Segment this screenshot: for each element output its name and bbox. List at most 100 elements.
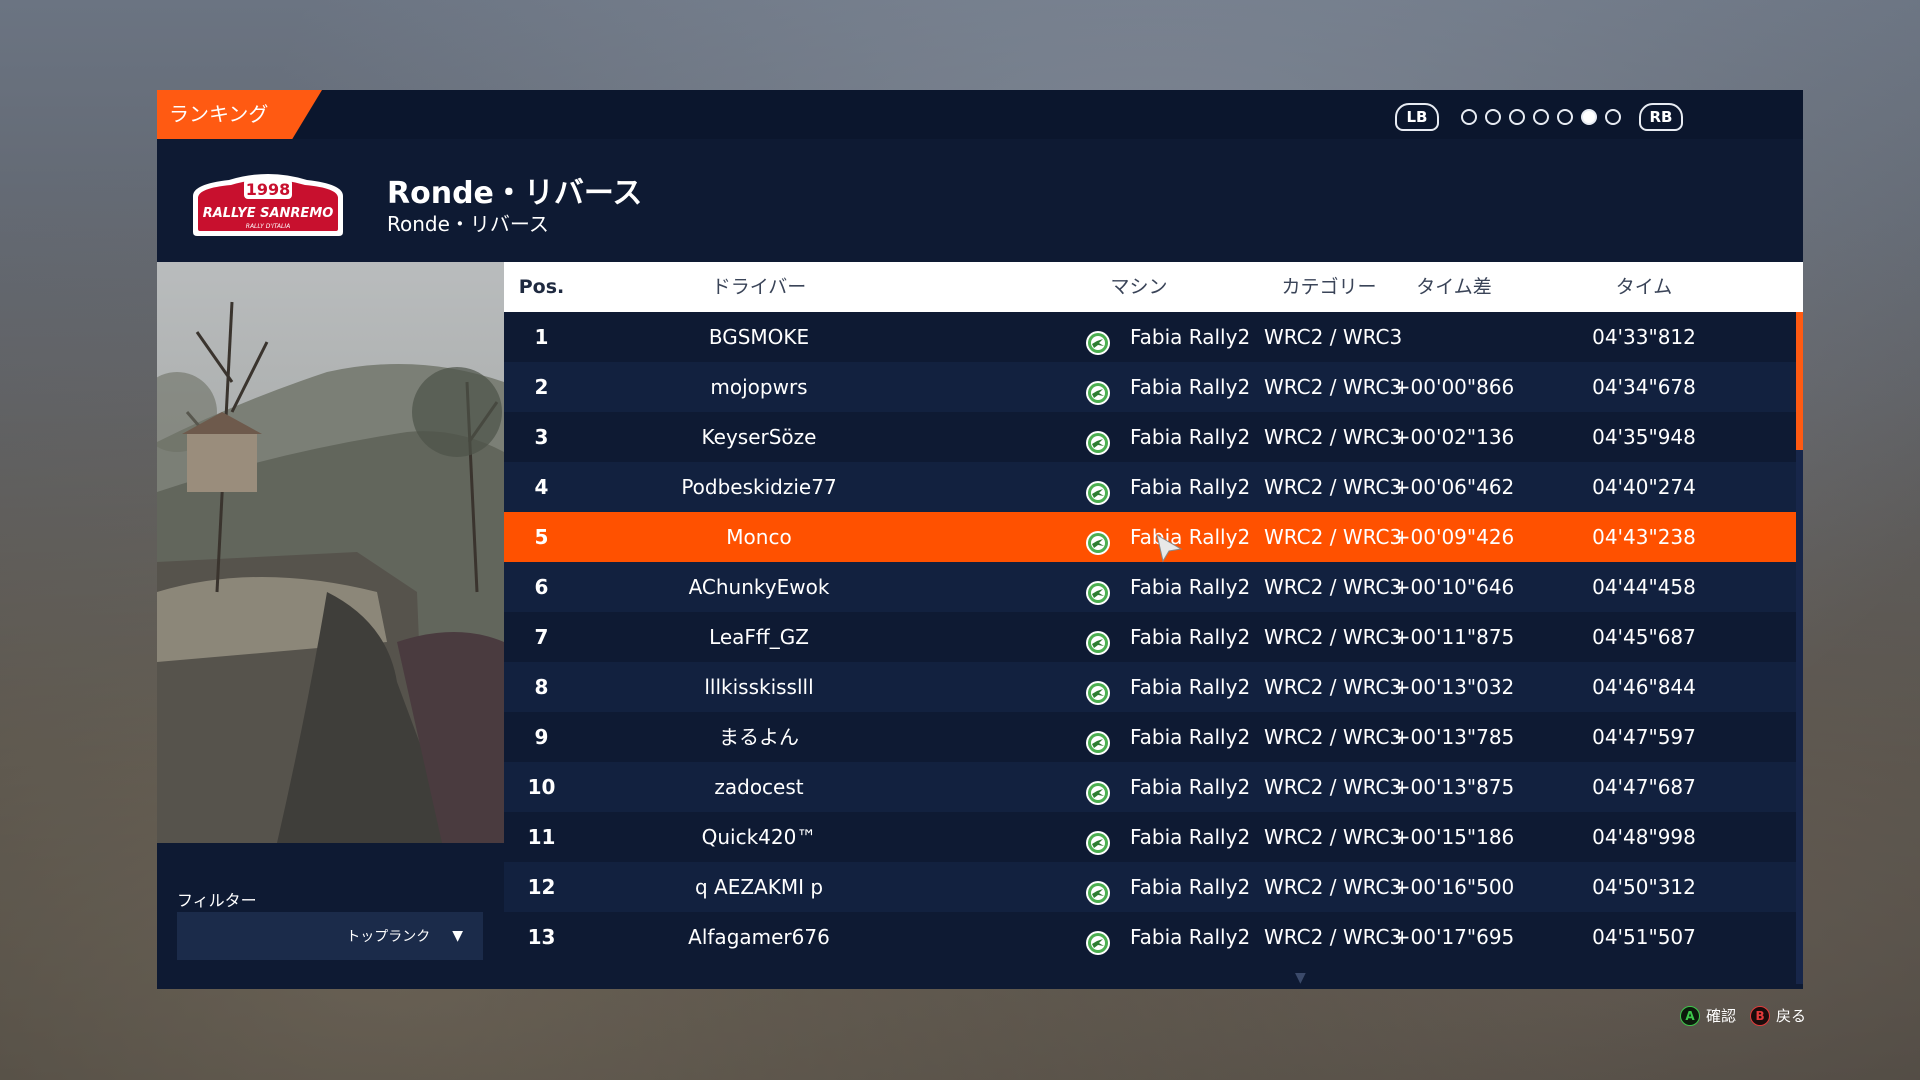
top-bar: ランキング LB RB [157, 90, 1803, 139]
scrollbar-thumb[interactable] [1796, 312, 1803, 450]
table-row[interactable]: 4 Podbeskidzie77 Fabia Rally2 WRC2 / WRC3 +0… [504, 462, 1796, 512]
skoda-logo-icon [1085, 774, 1111, 805]
col-driver-header: ドライバー [711, 276, 807, 298]
row-position: 3 [534, 425, 549, 449]
row-position: 7 [534, 625, 549, 649]
table-row[interactable]: 11 Quick420™ Fabia Rally2 WRC2 / WRC3 +00'15… [504, 812, 1796, 862]
page-dot [1605, 109, 1621, 125]
skoda-logo-icon [1085, 374, 1111, 405]
row-time: 04'50"312 [1592, 875, 1696, 899]
row-driver: lllkisskisslll [704, 675, 814, 699]
back-label[interactable]: 戻る [1776, 1005, 1806, 1026]
svg-text:RALLY D'ITALIA: RALLY D'ITALIA [246, 223, 290, 230]
row-time: 04'46"844 [1592, 675, 1696, 699]
table-row[interactable]: 3 KeyserSöze Fabia Rally2 WRC2 / WRC3 +00'02… [504, 412, 1796, 462]
col-pos-header: Pos. [518, 276, 565, 298]
row-position: 4 [534, 475, 549, 499]
button-hints: A 確認 B 戻る [1680, 1005, 1806, 1026]
skoda-logo-icon [1085, 524, 1111, 555]
page-dot [1557, 109, 1573, 125]
row-category: WRC2 / WRC3 [1264, 775, 1403, 799]
row-time: 04'51"507 [1592, 925, 1696, 949]
a-button-icon: A [1680, 1005, 1700, 1026]
row-driver: BGSMOKE [708, 325, 810, 349]
page-dot [1461, 109, 1477, 125]
row-position: 8 [534, 675, 549, 699]
svg-text:RALLYE SANREMO: RALLYE SANREMO [203, 206, 334, 221]
col-car-header: マシン [1110, 276, 1168, 298]
event-title: Ronde・リバース [387, 176, 643, 211]
row-time-diff: +00'09"426 [1393, 525, 1515, 549]
row-time-diff: +00'06"462 [1393, 475, 1515, 499]
skoda-logo-icon [1085, 624, 1111, 655]
skoda-logo-icon [1085, 474, 1111, 505]
row-time-diff: +00'11"875 [1393, 625, 1515, 649]
scrollbar[interactable] [1796, 312, 1803, 984]
table-row[interactable]: 1 BGSMOKE Fabia Rally2 WRC2 / WRC3 04'33"812 [504, 312, 1796, 362]
row-category: WRC2 / WRC3 [1264, 675, 1403, 699]
section-tab-ranking: ランキング [157, 90, 322, 139]
rb-button[interactable]: RB [1639, 103, 1683, 131]
row-driver: LeaFff_GZ [709, 625, 809, 649]
row-car: Fabia Rally2 [1130, 625, 1251, 649]
row-time-diff: +00'13"032 [1393, 675, 1515, 699]
row-car: Fabia Rally2 [1130, 575, 1251, 599]
svg-text:1998: 1998 [246, 180, 291, 199]
row-category: WRC2 / WRC3 [1264, 925, 1403, 949]
table-row[interactable]: 9 まるよん Fabia Rally2 WRC2 / WRC3 +00'13"785 04… [504, 712, 1796, 762]
row-driver: Podbeskidzie77 [681, 475, 837, 499]
row-time-diff: +00'17"695 [1393, 925, 1515, 949]
table-row[interactable]: 13 Alfagamer676 Fabia Rally2 WRC2 / WRC3 +00… [504, 912, 1796, 962]
table-row[interactable]: 6 AChunkyEwok Fabia Rally2 WRC2 / WRC3 +00'1… [504, 562, 1796, 612]
row-driver: mojopwrs [710, 375, 808, 399]
row-driver: Alfagamer676 [688, 925, 830, 949]
skoda-logo-icon [1085, 874, 1111, 905]
row-car: Fabia Rally2 [1130, 525, 1251, 549]
row-car: Fabia Rally2 [1130, 875, 1251, 899]
table-row[interactable]: 8 lllkisskisslll Fabia Rally2 WRC2 / WRC3 +0… [504, 662, 1796, 712]
row-category: WRC2 / WRC3 [1264, 875, 1403, 899]
row-car: Fabia Rally2 [1130, 425, 1251, 449]
col-diff-header: タイム差 [1416, 276, 1492, 298]
filter-dropdown[interactable]: トップランク ▼ [177, 912, 483, 960]
col-time-header: タイム [1615, 276, 1673, 298]
row-time: 04'40"274 [1592, 475, 1696, 499]
lb-button[interactable]: LB [1395, 103, 1439, 131]
row-car: Fabia Rally2 [1130, 475, 1251, 499]
table-row[interactable]: 12 q AEZAKMI p Fabia Rally2 WRC2 / WRC3 +00'… [504, 862, 1796, 912]
row-driver: Quick420™ [701, 825, 817, 849]
row-car: Fabia Rally2 [1130, 925, 1251, 949]
row-position: 11 [527, 825, 556, 849]
skoda-logo-icon [1085, 674, 1111, 705]
row-time-diff: +00'13"785 [1393, 725, 1515, 749]
page-dot [1533, 109, 1549, 125]
row-position: 12 [527, 875, 556, 899]
row-category: WRC2 / WRC3 [1264, 475, 1403, 499]
confirm-label[interactable]: 確認 [1706, 1005, 1736, 1026]
row-time-diff: +00'16"500 [1393, 875, 1515, 899]
row-driver: zadocest [714, 775, 804, 799]
row-position: 9 [534, 725, 549, 749]
row-time: 04'45"687 [1592, 625, 1696, 649]
dropdown-arrow-icon: ▼ [452, 928, 463, 944]
rallye-sanremo-logo: 1998 RALLYE SANREMO RALLY D'ITALIA [193, 174, 343, 236]
row-category: WRC2 / WRC3 [1264, 625, 1403, 649]
row-car: Fabia Rally2 [1130, 375, 1251, 399]
event-subtitle: Ronde・リバース [387, 212, 549, 236]
row-driver: Monco [726, 525, 792, 549]
row-car: Fabia Rally2 [1130, 725, 1251, 749]
table-row[interactable]: 7 LeaFff_GZ Fabia Rally2 WRC2 / WRC3 +00'11"… [504, 612, 1796, 662]
row-category: WRC2 / WRC3 [1264, 375, 1403, 399]
row-category: WRC2 / WRC3 [1264, 525, 1403, 549]
row-time: 04'44"458 [1592, 575, 1696, 599]
row-car: Fabia Rally2 [1130, 325, 1251, 349]
scroll-down-icon: ▼ [1295, 970, 1306, 986]
page-dots [1461, 109, 1621, 125]
row-car: Fabia Rally2 [1130, 675, 1251, 699]
table-row[interactable]: 2 mojopwrs Fabia Rally2 WRC2 / WRC3 +00'00"8… [504, 362, 1796, 412]
ranking-list: 1 BGSMOKE Fabia Rally2 WRC2 / WRC3 04'33"812… [504, 312, 1796, 962]
row-position: 5 [534, 525, 549, 549]
skoda-logo-icon [1085, 724, 1111, 755]
table-row[interactable]: 10 zadocest Fabia Rally2 WRC2 / WRC3 +00'13"… [504, 762, 1796, 812]
table-row-selected[interactable]: 5 Monco Fabia Rally2 WRC2 / WRC3 +00'09"426 0… [504, 512, 1796, 562]
